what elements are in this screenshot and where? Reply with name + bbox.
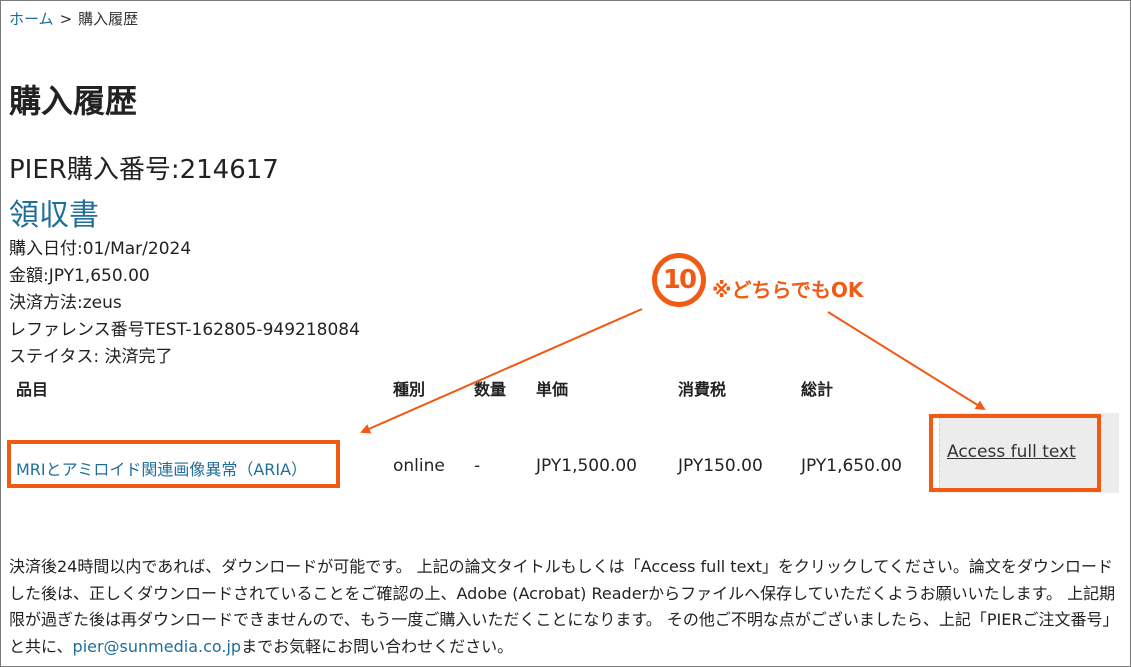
purchase-amount: 金額:JPY1,650.00 bbox=[9, 266, 150, 286]
header-tax: 消費税 bbox=[678, 380, 727, 399]
header-type: 種別 bbox=[393, 380, 426, 399]
instructions-text-end: までお気軽にお問い合わせください。 bbox=[241, 636, 514, 656]
row-tax: JPY150.00 bbox=[678, 456, 763, 476]
row-qty: - bbox=[474, 456, 481, 476]
page-title: 購入履歴 bbox=[9, 82, 138, 120]
breadcrumb: ホーム > 購入履歴 bbox=[9, 8, 138, 29]
annotation-note: ※どちらでもOK bbox=[712, 278, 864, 302]
header-total: 総計 bbox=[801, 380, 834, 399]
breadcrumb-separator: > bbox=[59, 10, 73, 28]
row-total: JPY1,650.00 bbox=[801, 456, 902, 476]
purchase-date: 購入日付:01/Mar/2024 bbox=[9, 239, 192, 259]
breadcrumb-current: 購入履歴 bbox=[78, 10, 139, 28]
receipt-link[interactable]: 領収書 bbox=[9, 190, 99, 234]
payment-method: 決済方法:zeus bbox=[9, 293, 122, 313]
breadcrumb-home-link[interactable]: ホーム bbox=[9, 10, 54, 28]
payment-status: ステイタス: 決済完了 bbox=[9, 347, 173, 367]
header-qty: 数量 bbox=[474, 380, 507, 399]
access-highlight-box bbox=[929, 414, 1101, 492]
reference-number: レファレンス番号TEST-162805-949218084 bbox=[9, 320, 360, 340]
order-number: PIER購入番号:214617 bbox=[9, 155, 279, 185]
title-highlight-box bbox=[7, 440, 340, 488]
download-instructions: 決済後24時間以内であれば、ダウンロードが可能です。 上記の論文タイトルもしくは… bbox=[9, 554, 1121, 660]
row-type: online bbox=[393, 456, 445, 476]
row-unit-price: JPY1,500.00 bbox=[536, 456, 637, 476]
header-unit-price: 単価 bbox=[536, 380, 569, 399]
step-number-badge: 10 bbox=[652, 253, 706, 307]
header-item: 品目 bbox=[16, 380, 49, 399]
step-number: 10 bbox=[657, 258, 701, 302]
support-email-link[interactable]: pier@sunmedia.co.jp bbox=[73, 637, 242, 656]
